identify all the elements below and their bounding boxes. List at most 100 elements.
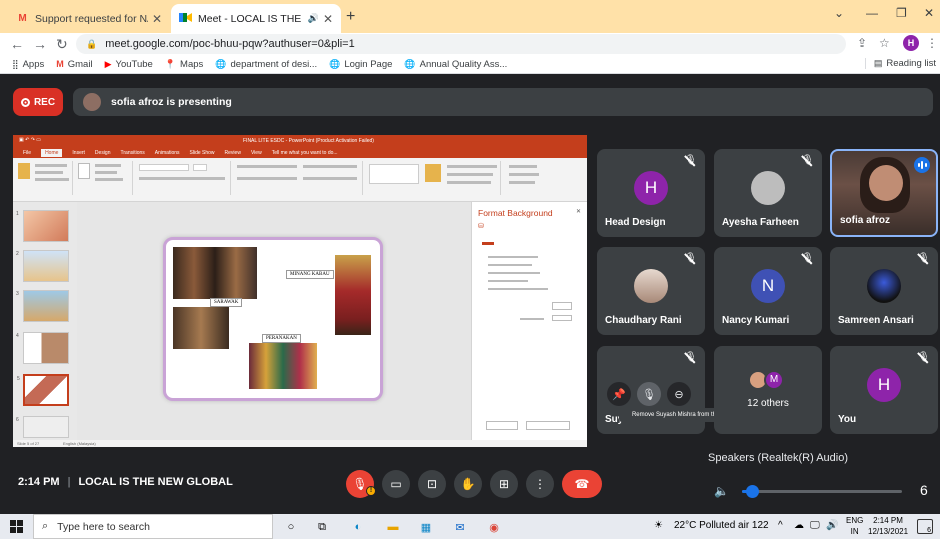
chrome-menu-icon[interactable]: ⋮ <box>926 36 938 50</box>
slide-thumbnail-selected[interactable]: 5 <box>17 374 69 406</box>
participant-tile-sofia-afroz[interactable]: sofia afroz <box>830 149 938 237</box>
audio-output-panel: Speakers (Realtek(R) Audio) 🔈 6 <box>698 442 940 514</box>
slide-thumbnail[interactable]: 1 <box>16 210 69 242</box>
windows-start-icon[interactable] <box>10 520 23 533</box>
participant-tile-ayesha-farheen[interactable]: 🎙 Ayesha Farheen <box>714 149 822 237</box>
lock-icon[interactable]: 🔒 <box>86 39 97 50</box>
shared-presentation[interactable]: ▣ ↶ ↷ ▭ FINAL LITE ESDC - PowerPoint (Pr… <box>13 135 587 447</box>
pin-icon[interactable]: 📌 <box>607 382 631 406</box>
ribbon-clipboard-group <box>15 161 73 195</box>
avatar: N <box>751 269 785 303</box>
onedrive-icon[interactable]: ☁ <box>794 520 804 531</box>
bookmark-login-page[interactable]: 🌐 Login Page <box>329 59 392 70</box>
forward-button[interactable]: → <box>33 36 47 52</box>
store-icon[interactable]: ▦ <box>418 519 434 535</box>
gmail-icon: M <box>18 13 27 24</box>
slide-thumbnail[interactable]: 2 <box>16 250 69 282</box>
taskbar-clock[interactable]: 2:14 PM 12/13/2021 <box>868 515 908 537</box>
sarawak-dancers-photo <box>172 246 258 300</box>
warning-icon: ! <box>366 486 376 496</box>
minimize-button[interactable]: — <box>866 6 878 20</box>
mute-participant-icon[interactable]: 🎙 <box>637 382 661 406</box>
bookmark-apps[interactable]: ⣿ Apps <box>12 59 44 70</box>
back-button[interactable]: ← <box>10 36 24 52</box>
profile-avatar[interactable]: H <box>903 35 919 51</box>
slide-label-minang-kabau: MINANG KABAU <box>286 270 334 279</box>
cortana-icon[interactable]: ○ <box>283 519 299 535</box>
new-tab-button[interactable]: + <box>346 8 355 26</box>
weather-icon[interactable]: ☀ <box>654 520 663 531</box>
close-tab-icon[interactable]: ✕ <box>323 12 333 26</box>
search-icon: ⌕ <box>42 520 49 532</box>
language-indicator[interactable]: ENG IN <box>846 515 863 537</box>
powerpoint-title-bar: ▣ ↶ ↷ ▭ FINAL LITE ESDC - PowerPoint (Pr… <box>13 135 587 148</box>
recording-badge[interactable]: REC <box>13 88 63 116</box>
leave-call-button[interactable]: ☎ <box>562 470 602 498</box>
tab-meet[interactable]: Meet - LOCAL IS THE NEW G 🔊 ✕ <box>171 4 341 33</box>
close-tab-icon[interactable]: ✕ <box>152 12 162 26</box>
camera-toggle-button[interactable]: ▭ <box>382 470 410 498</box>
close-window-button[interactable]: ✕ <box>924 6 934 20</box>
slide-thumbnail[interactable]: 6 <box>16 416 69 438</box>
bookmark-maps[interactable]: 📍 Maps <box>165 59 203 70</box>
mail-icon[interactable]: ✉ <box>452 519 468 535</box>
bookmark-star-icon[interactable]: ☆ <box>879 36 890 50</box>
volume-tray-icon[interactable]: 🔊 <box>826 520 838 531</box>
tab-search-icon[interactable]: ⌄ <box>834 6 844 20</box>
raise-hand-button[interactable]: ✋ <box>454 470 482 498</box>
present-now-button[interactable]: ⊞ <box>490 470 518 498</box>
bookmark-youtube[interactable]: ▶ YouTube <box>105 59 153 70</box>
participant-tile-samreen-ansari[interactable]: 🎙 Samreen Ansari <box>830 247 938 335</box>
chrome-icon[interactable]: ◉ <box>486 519 502 535</box>
globe-icon: 🌐 <box>329 58 341 69</box>
avatar: H <box>867 368 901 402</box>
notifications-icon[interactable]: 6 <box>917 519 933 534</box>
file-explorer-icon[interactable]: ▬ <box>385 519 401 535</box>
share-icon[interactable]: ⇪ <box>857 36 867 50</box>
microphone-toggle-button[interactable]: 🎙 ! <box>346 470 376 498</box>
weather-text[interactable]: 22°C Polluted air 122 <box>674 520 769 531</box>
others-tile[interactable]: M 12 others <box>714 346 822 434</box>
speaker-icon[interactable]: 🔊 <box>308 13 319 24</box>
taskbar-search-box[interactable]: ⌕ Type here to search <box>33 514 273 539</box>
presenter-avatar <box>83 93 101 111</box>
globe-icon: 🌐 <box>215 58 227 69</box>
video-feed-face <box>869 165 903 201</box>
youtube-icon: ▶ <box>104 58 112 69</box>
volume-slider[interactable] <box>742 485 902 498</box>
slide-thumbnail[interactable]: 4 <box>16 332 69 364</box>
participant-tile-nancy-kumari[interactable]: 🎙 N Nancy Kumari <box>714 247 822 335</box>
reading-list-icon: ▤ <box>873 58 883 68</box>
close-pane-icon[interactable]: ✕ <box>576 208 581 215</box>
participant-tile-head-design[interactable]: 🎙 H Head Design <box>597 149 705 237</box>
network-icon[interactable]: 🖵 <box>810 520 820 531</box>
remove-participant-icon[interactable]: ⊖ <box>667 382 691 406</box>
bookmark-annual-quality[interactable]: 🌐 Annual Quality Ass... <box>404 59 507 70</box>
edge-icon[interactable]: ◐ <box>350 519 366 535</box>
participant-name: Head Design <box>605 217 666 228</box>
tab-gmail-support[interactable]: M Support requested for NAAC Cri ✕ <box>8 4 170 33</box>
meeting-time: 2:14 PM <box>18 476 60 488</box>
tray-chevron-icon[interactable]: ^ <box>778 520 783 531</box>
maps-pin-icon: 📍 <box>164 58 177 69</box>
slide-counter: Slide 5 of 27 <box>17 441 40 446</box>
participant-tile-you[interactable]: 🎙 H You <box>830 346 938 434</box>
task-view-icon[interactable]: ⧉ <box>314 519 330 535</box>
bookmark-gmail[interactable]: M Gmail <box>56 59 92 70</box>
mic-muted-icon: 🎙 <box>684 352 697 364</box>
avatar: M <box>764 370 784 390</box>
more-options-button[interactable]: ⋮ <box>526 470 554 498</box>
reading-list-button[interactable]: ▤ Reading list <box>864 58 936 69</box>
powerpoint-ribbon-tabs: File Home Insert Design Transitions Anim… <box>13 148 587 158</box>
bookmark-department[interactable]: 🌐 department of desi... <box>215 59 317 70</box>
participant-tile-chaudhary-rani[interactable]: 🎙 Chaudhary Rani <box>597 247 705 335</box>
mic-muted-icon: 🎙 <box>684 155 697 167</box>
slide-thumbnail[interactable]: 3 <box>16 290 69 322</box>
reload-button[interactable]: ↻ <box>56 36 68 53</box>
volume-thumb[interactable] <box>745 485 759 498</box>
captions-button[interactable]: ⊡ <box>418 470 446 498</box>
url-bar[interactable]: 🔒 meet.google.com/poc-bhuu-pqw?authuser=… <box>76 34 846 54</box>
slide-thumbnails-panel: 1 2 3 4 5 6 <box>13 202 77 440</box>
speaker-volume-icon[interactable]: 🔈 <box>714 484 729 498</box>
restore-button[interactable]: ❐ <box>896 6 907 20</box>
